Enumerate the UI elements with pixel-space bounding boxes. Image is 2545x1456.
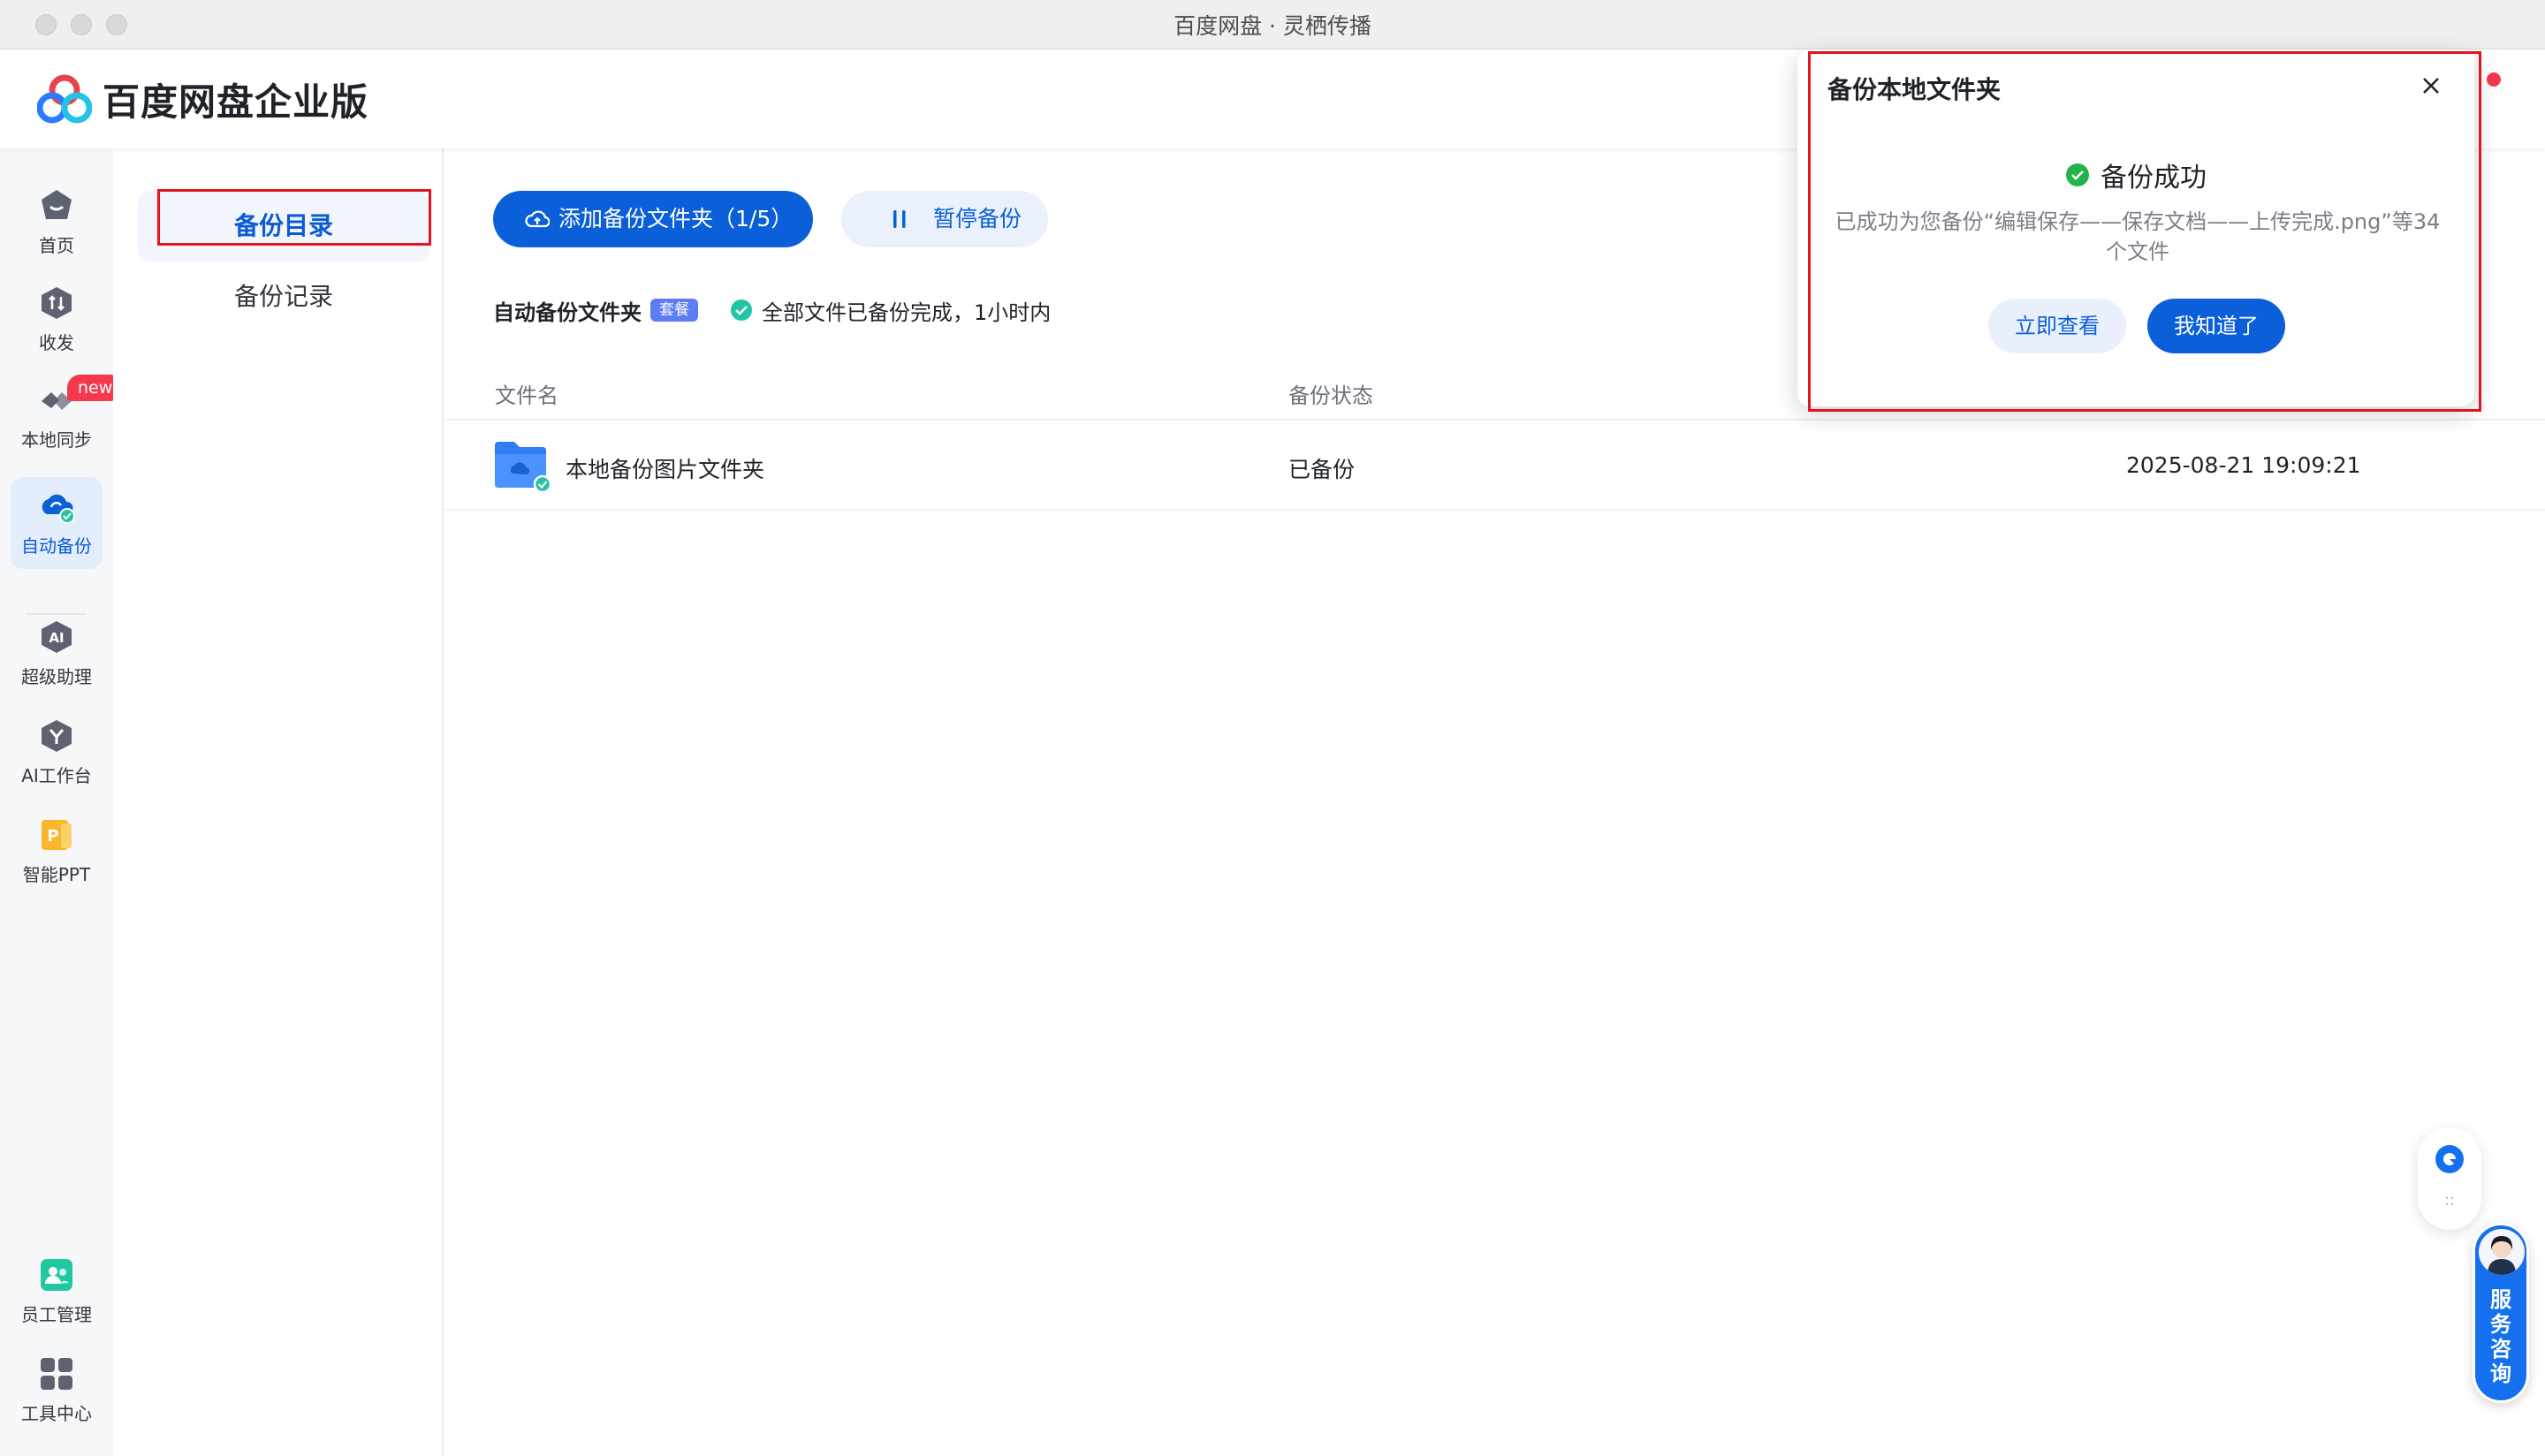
backup-success-dialog: 备份本地文件夹 备份成功 已成功为您备份“编辑保存——保存文档——上传完成.pn… [1797, 49, 2474, 406]
staff-icon [41, 1259, 72, 1291]
nav-label-home: 首页 [39, 235, 74, 256]
nav-label-local-sync: 本地同步 [21, 429, 92, 451]
nav-label-smart-ppt: 智能PPT [22, 864, 91, 885]
assistant-bubble-icon [2435, 1145, 2464, 1173]
plan-tag: 套餐 [650, 299, 698, 322]
nav-label-ai-assistant: 超级助理 [21, 666, 92, 687]
column-backup-status: 备份状态 [1288, 383, 1373, 408]
success-text: 备份成功 [2101, 163, 2207, 193]
svg-text:P: P [47, 827, 58, 846]
success-row: 备份成功 [1797, 155, 2474, 194]
baidu-netdisk-logo-icon [37, 74, 92, 124]
nav-item-transfer[interactable]: 收发 [11, 274, 103, 366]
dialog-title: 备份本地文件夹 [1827, 75, 2002, 104]
nav-label-tools: 工具中心 [21, 1403, 92, 1424]
tools-icon [41, 1358, 72, 1390]
subnav-highlight-box [157, 189, 431, 246]
notification-dot [2487, 72, 2501, 87]
nav-label-ai-workbench: AI工作台 [21, 765, 92, 786]
backup-status-line: 自动备份文件夹 套餐 全部文件已备份完成，1小时内 [493, 295, 1051, 325]
nav-label-transfer: 收发 [39, 332, 74, 353]
service-char: 询 [2490, 1361, 2511, 1386]
pause-icon [893, 210, 906, 228]
drag-handle-icon[interactable]: :: [2418, 1191, 2481, 1210]
nav-label-staff: 员工管理 [21, 1304, 92, 1325]
left-nav: 首页 收发 本地同步 自动备份 AI 超级助理 AI工作台 P 智能PPT 员工… [0, 148, 113, 1456]
folder-icon [495, 442, 551, 493]
subnav-label: 备份记录 [233, 282, 333, 311]
backup-status: 已备份 [1288, 457, 1356, 482]
nav-item-tools[interactable]: 工具中心 [11, 1345, 103, 1437]
nav-item-home[interactable]: 首页 [11, 177, 103, 269]
home-icon [42, 190, 72, 219]
file-name: 本地备份图片文件夹 [566, 457, 765, 482]
service-char: 咨 [2490, 1337, 2511, 1361]
cloud-upload-icon [525, 210, 550, 228]
close-icon[interactable] [2416, 71, 2446, 101]
service-char: 服 [2490, 1287, 2511, 1312]
ppt-icon: P [42, 820, 72, 850]
window-title: 百度网盘 · 灵栖传播 [1174, 13, 1371, 39]
backup-complete-text: 全部文件已备份完成，1小时内 [762, 300, 1052, 325]
svg-text:AI: AI [49, 630, 64, 646]
add-backup-folder-button[interactable]: 添加备份文件夹（1/5） [493, 191, 813, 247]
ai-workbench-icon [42, 720, 72, 752]
nav-item-ai-workbench[interactable]: AI工作台 [11, 707, 103, 799]
sub-nav: 备份目录 备份记录 [113, 148, 444, 1456]
column-filename: 文件名 [495, 383, 558, 408]
nav-label-auto-backup: 自动备份 [21, 535, 92, 557]
service-char: 务 [2490, 1312, 2511, 1337]
subnav-backup-records[interactable]: 备份记录 [138, 262, 429, 332]
table-row[interactable]: 本地备份图片文件夹 已备份 2025-08-21 19:09:21 [445, 422, 2545, 511]
auto-backup-icon [42, 494, 75, 524]
view-now-button[interactable]: 立即查看 [1988, 299, 2126, 353]
pause-backup-label: 暂停备份 [933, 206, 1022, 231]
pause-backup-button[interactable]: 暂停备份 [841, 191, 1048, 247]
ai-assistant-icon: AI [42, 621, 72, 653]
app-name: 百度网盘企业版 [103, 80, 369, 124]
floating-assistant-widget[interactable]: :: [2418, 1127, 2481, 1230]
add-backup-folder-label: 添加备份文件夹（1/5） [558, 206, 794, 231]
got-it-button[interactable]: 我知道了 [2147, 299, 2285, 353]
window-titlebar: 百度网盘 · 灵栖传播 [0, 0, 2545, 49]
service-consult-button[interactable]: 服 务 咨 询 [2473, 1223, 2529, 1403]
nav-item-auto-backup[interactable]: 自动备份 [11, 477, 103, 569]
success-check-icon [2066, 163, 2089, 186]
nav-item-smart-ppt[interactable]: P 智能PPT [11, 806, 103, 898]
service-consult-label: 服 务 咨 询 [2475, 1287, 2526, 1386]
auto-backup-folder-title: 自动备份文件夹 [493, 300, 642, 325]
dialog-description: 已成功为您备份“编辑保存——保存文档——上传完成.png”等34个文件 [1835, 209, 2441, 264]
agent-avatar [2479, 1229, 2525, 1275]
check-circle-icon [731, 300, 752, 321]
nav-item-ai-assistant[interactable]: AI 超级助理 [11, 608, 103, 700]
transfer-icon [42, 287, 72, 319]
backup-time: 2025-08-21 19:09:21 [2126, 452, 2361, 478]
nav-item-staff[interactable]: 员工管理 [11, 1246, 103, 1338]
